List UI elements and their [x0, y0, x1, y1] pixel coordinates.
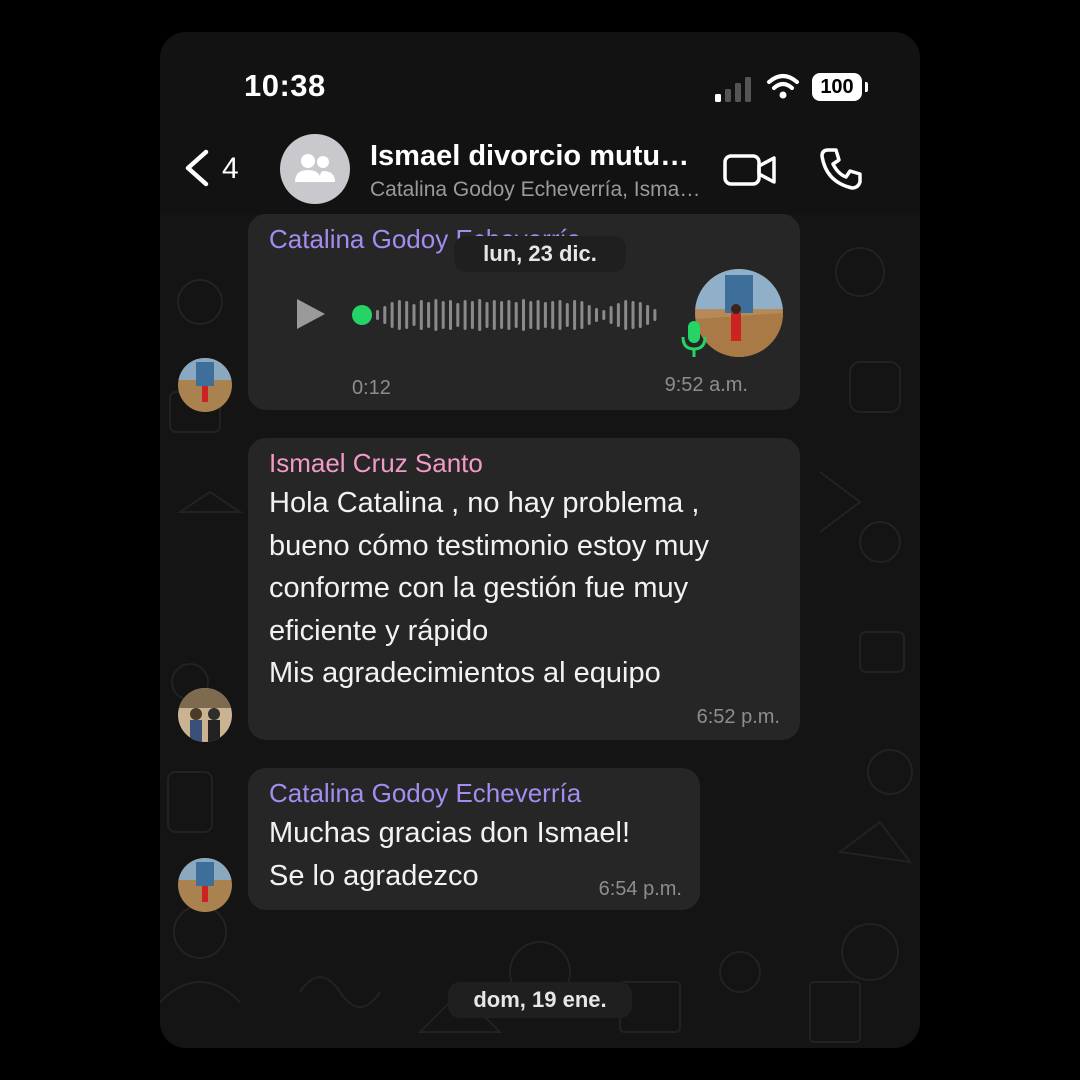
avatar[interactable] [178, 358, 232, 412]
phone-screen: 10:38 100 4 Ismael divorcio mutuo acuerd… [160, 32, 920, 1048]
message-time: 9:52 a.m. [664, 374, 748, 396]
waveform-bar [478, 299, 482, 331]
waveform-bar [390, 302, 394, 328]
voice-duration: 0:12 [352, 377, 391, 399]
sender-name[interactable]: Ismael Cruz Santo [269, 448, 483, 479]
waveform-bar [551, 301, 555, 329]
waveform-bar [638, 302, 642, 328]
status-time: 10:38 [244, 68, 326, 103]
video-camera-icon[interactable] [722, 150, 778, 190]
sender-name[interactable]: Catalina Godoy Echeverría [269, 778, 581, 809]
waveform-bar [522, 299, 525, 331]
waveform-bar [383, 306, 387, 324]
group-icon [295, 154, 335, 182]
group-avatar[interactable] [280, 134, 350, 204]
battery-indicator: 100 [812, 73, 868, 101]
waveform-bar [405, 301, 409, 329]
chat-header: 4 Ismael divorcio mutuo acuerdo Catalina… [160, 128, 920, 214]
avatar[interactable] [178, 858, 232, 912]
waveform-bar [529, 301, 533, 329]
waveform-bar [602, 310, 606, 320]
chevron-left-icon[interactable] [176, 146, 226, 190]
message-time: 6:52 p.m. [696, 706, 780, 728]
waveform-bar [500, 301, 504, 329]
waveform-bar [536, 300, 540, 330]
waveform-bar [587, 305, 591, 325]
waveform-bar [631, 301, 635, 329]
message-bubble[interactable]: Catalina Godoy Echeverría Muchas gracias… [248, 768, 700, 910]
chat-participants[interactable]: Catalina Godoy Echeverría, Ismael Cruz S… [370, 178, 702, 202]
phone-icon[interactable] [818, 146, 864, 192]
playback-knob[interactable] [352, 305, 372, 325]
waveform-bar [580, 301, 584, 329]
waveform-bar [565, 303, 569, 327]
waveform-bar [573, 300, 577, 330]
waveform-bar [624, 300, 628, 330]
waveform-bar [419, 300, 423, 330]
message-bubble[interactable]: Ismael Cruz Santo Hola Catalina , no hay… [248, 438, 800, 740]
microphone-icon [681, 321, 707, 357]
waveform-bar [397, 300, 401, 330]
play-icon[interactable] [293, 296, 329, 332]
waveform-bar [514, 302, 518, 328]
waveform-bar [456, 303, 460, 327]
waveform-bar [463, 300, 467, 330]
waveform-bar [595, 308, 598, 322]
avatar[interactable] [178, 688, 232, 742]
voice-waveform[interactable] [352, 292, 672, 338]
date-separator: lun, 23 dic. [454, 236, 626, 272]
waveform-bar [558, 300, 562, 330]
waveform-bar [609, 306, 613, 324]
date-separator: dom, 19 ene. [448, 982, 632, 1018]
unread-count[interactable]: 4 [222, 152, 239, 186]
waveform-bar [427, 302, 431, 328]
waveform-bar [434, 299, 438, 331]
chat-title[interactable]: Ismael divorcio mutuo acuerdo [370, 140, 702, 173]
cellular-signal-icon [715, 77, 751, 102]
waveform-bar [616, 303, 620, 327]
status-bar: 10:38 100 [160, 32, 920, 142]
message-time: 6:54 p.m. [598, 878, 682, 900]
wifi-icon [767, 74, 799, 99]
waveform-bar [543, 302, 547, 328]
waveform-bar [646, 305, 650, 325]
waveform-bar [441, 301, 445, 329]
waveform-bar [412, 304, 416, 326]
message-text: Hola Catalina , no hay problema , bueno … [269, 487, 710, 689]
waveform-bar [653, 309, 657, 321]
waveform-bar [485, 302, 489, 328]
waveform-bar [507, 300, 511, 330]
waveform-bar [470, 301, 474, 329]
sender-profile-photo [695, 269, 783, 357]
waveform-bar [492, 300, 496, 330]
waveform-bar [449, 300, 452, 330]
waveform-bar [376, 310, 379, 320]
